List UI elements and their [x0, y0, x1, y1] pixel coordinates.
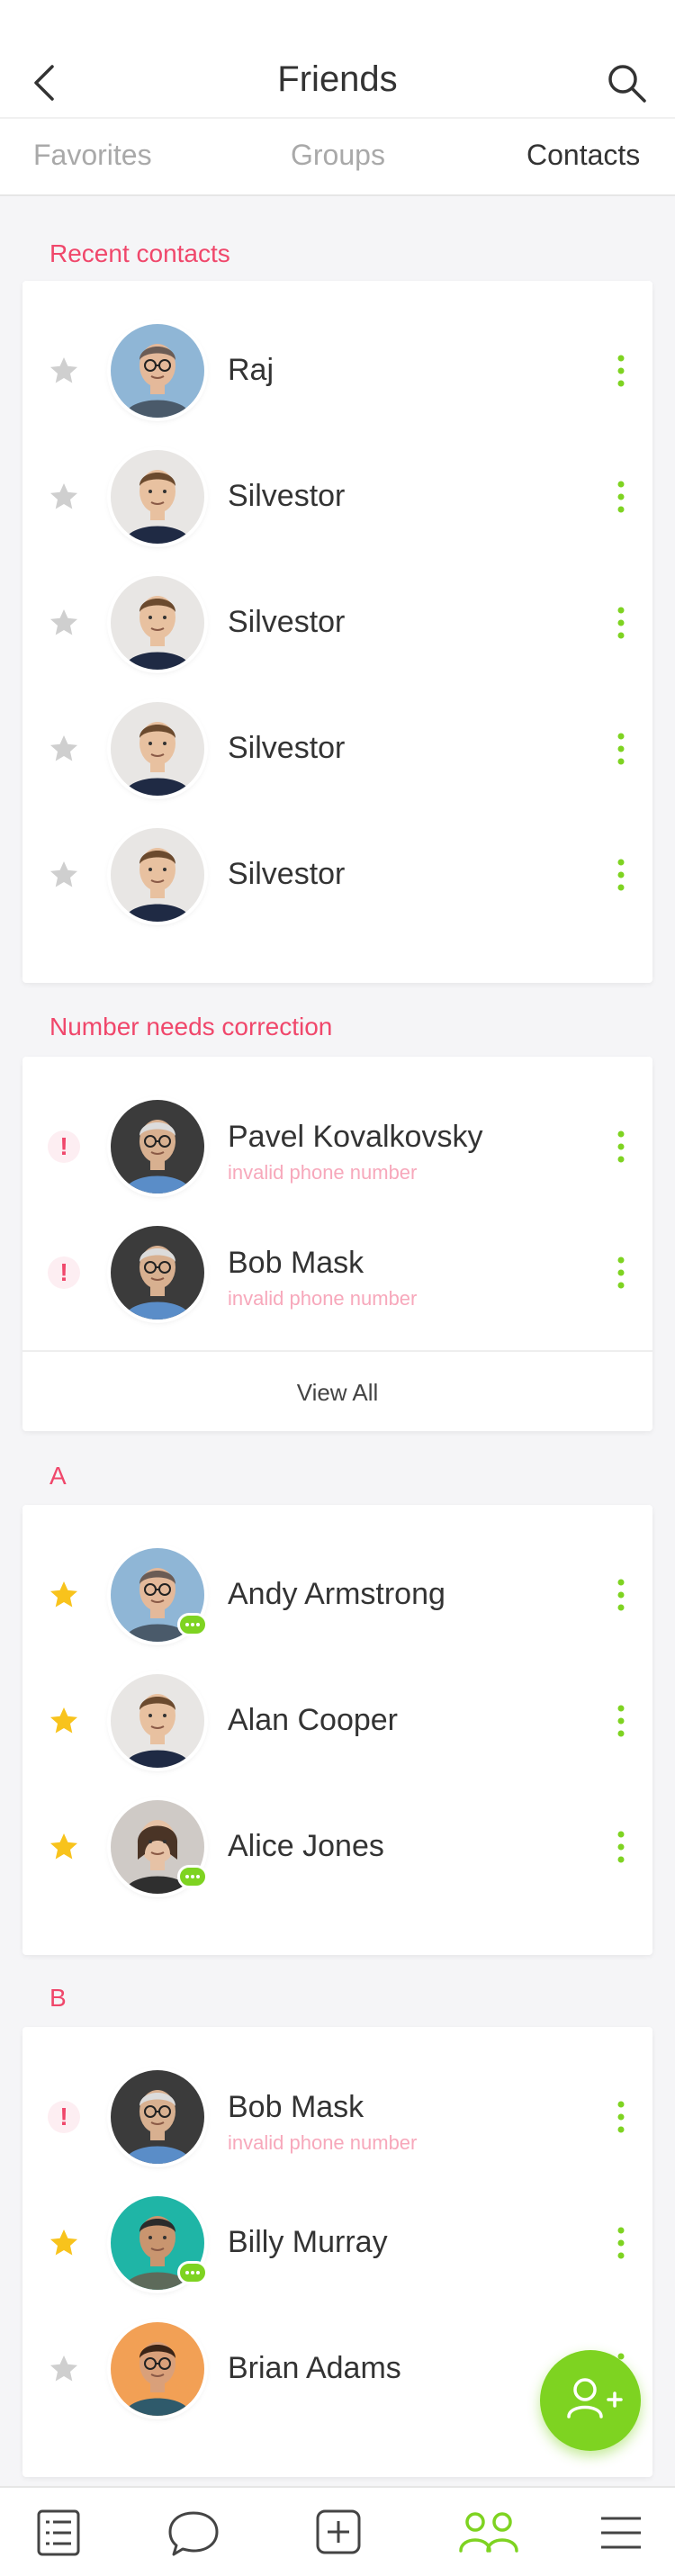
- star-icon[interactable]: [48, 481, 80, 513]
- avatar[interactable]: [111, 450, 204, 544]
- contact-row[interactable]: Silvestor: [22, 686, 652, 812]
- friends-icon[interactable]: [457, 2508, 520, 2558]
- more-options-icon[interactable]: [612, 1577, 630, 1613]
- contact-status: invalid phone number: [228, 1161, 418, 1184]
- message-badge-icon: [177, 1865, 208, 1888]
- alert-icon: !: [48, 2101, 80, 2133]
- star-icon[interactable]: [48, 2227, 80, 2259]
- add-square-icon[interactable]: [310, 2508, 364, 2558]
- contact-name: Brian Adams: [228, 2351, 401, 2385]
- contact-row[interactable]: ! Pavel Kovalkovsky invalid phone number: [22, 1084, 652, 1210]
- more-options-icon[interactable]: [612, 479, 630, 515]
- avatar[interactable]: [111, 2322, 204, 2416]
- more-options-icon[interactable]: [612, 2099, 630, 2135]
- more-options-icon[interactable]: [612, 605, 630, 641]
- section-label-recent: Recent contacts: [50, 239, 230, 267]
- chat-icon[interactable]: [166, 2508, 220, 2558]
- list-icon[interactable]: [32, 2508, 86, 2558]
- star-icon[interactable]: [48, 355, 80, 387]
- contact-name: Andy Armstrong: [228, 1577, 446, 1611]
- contact-name: Raj: [228, 353, 274, 387]
- contact-row[interactable]: Alice Jones: [22, 1784, 652, 1910]
- bottom-nav: [0, 2486, 675, 2576]
- avatar[interactable]: [111, 1226, 204, 1320]
- star-icon[interactable]: [48, 1705, 80, 1737]
- more-options-icon[interactable]: [612, 353, 630, 389]
- avatar[interactable]: [111, 828, 204, 922]
- menu-icon[interactable]: [596, 2508, 650, 2558]
- contact-row[interactable]: Andy Armstrong: [22, 1532, 652, 1658]
- view-all-button[interactable]: View All: [22, 1350, 652, 1431]
- more-options-icon[interactable]: [612, 1829, 630, 1865]
- more-options-icon[interactable]: [612, 1129, 630, 1165]
- contact-name: Silvestor: [228, 857, 346, 891]
- contact-row[interactable]: Raj: [22, 308, 652, 434]
- tab-favorites[interactable]: Favorites: [33, 139, 152, 172]
- star-icon[interactable]: [48, 859, 80, 891]
- message-badge-icon: [177, 2261, 208, 2284]
- contact-status: invalid phone number: [228, 1287, 418, 1310]
- star-icon[interactable]: [48, 1831, 80, 1863]
- more-options-icon[interactable]: [612, 2225, 630, 2261]
- more-options-icon[interactable]: [612, 731, 630, 767]
- star-icon[interactable]: [48, 733, 80, 765]
- contact-name: Silvestor: [228, 731, 346, 765]
- alert-icon: !: [48, 1130, 80, 1163]
- contact-name: Pavel Kovalkovsky: [228, 1120, 483, 1154]
- contact-row[interactable]: ! Bob Mask invalid phone number: [22, 2054, 652, 2180]
- contact-name: Bob Mask: [228, 1246, 364, 1280]
- avatar[interactable]: [111, 2070, 204, 2164]
- more-options-icon[interactable]: [612, 1703, 630, 1739]
- section-label-correction: Number needs correction: [50, 1013, 333, 1040]
- contact-name: Silvestor: [228, 479, 346, 513]
- search-icon[interactable]: [605, 61, 648, 104]
- more-options-icon[interactable]: [612, 857, 630, 893]
- contact-name: Alan Cooper: [228, 1703, 399, 1737]
- page-title: Friends: [277, 59, 398, 99]
- message-badge-icon: [177, 1613, 208, 1636]
- correction-card: View All ! Pavel Kovalkovsky invalid phone…: [22, 1057, 652, 1431]
- alert-icon: !: [48, 1256, 80, 1289]
- contact-name: Bob Mask: [228, 2090, 364, 2124]
- add-contact-button[interactable]: [540, 2350, 641, 2451]
- section-label-b: B: [50, 1984, 67, 2012]
- add-user-icon: [567, 2378, 623, 2418]
- avatar[interactable]: [111, 1100, 204, 1193]
- section-label-a: A: [50, 1462, 67, 1490]
- tab-groups[interactable]: Groups: [291, 139, 385, 172]
- more-options-icon[interactable]: [612, 1255, 630, 1291]
- contact-row[interactable]: Billy Murray: [22, 2180, 652, 2306]
- avatar[interactable]: [111, 324, 204, 418]
- contact-row[interactable]: Silvestor: [22, 560, 652, 686]
- contact-row[interactable]: Silvestor: [22, 434, 652, 560]
- avatar[interactable]: [111, 1674, 204, 1768]
- avatar[interactable]: [111, 576, 204, 670]
- contact-name: Alice Jones: [228, 1829, 384, 1863]
- contact-status: invalid phone number: [228, 2131, 418, 2154]
- star-icon[interactable]: [48, 2353, 80, 2385]
- star-icon[interactable]: [48, 607, 80, 639]
- group-a-card: Andy Armstrong Alan Cooper Alice Jones: [22, 1505, 652, 1955]
- avatar[interactable]: [111, 702, 204, 796]
- contact-name: Silvestor: [228, 605, 346, 639]
- tab-contacts[interactable]: Contacts: [526, 139, 640, 172]
- contact-row[interactable]: ! Bob Mask invalid phone number: [22, 1210, 652, 1336]
- contact-name: Billy Murray: [228, 2225, 388, 2259]
- recent-contacts-card: Raj Silvestor Silvestor Silvestor Silvestor: [22, 281, 652, 983]
- app-header: Friends: [0, 0, 675, 117]
- contact-row[interactable]: Alan Cooper: [22, 1658, 652, 1784]
- contact-row[interactable]: Silvestor: [22, 812, 652, 938]
- star-icon[interactable]: [48, 1579, 80, 1611]
- tab-bar: Favorites Groups Contacts: [0, 117, 675, 196]
